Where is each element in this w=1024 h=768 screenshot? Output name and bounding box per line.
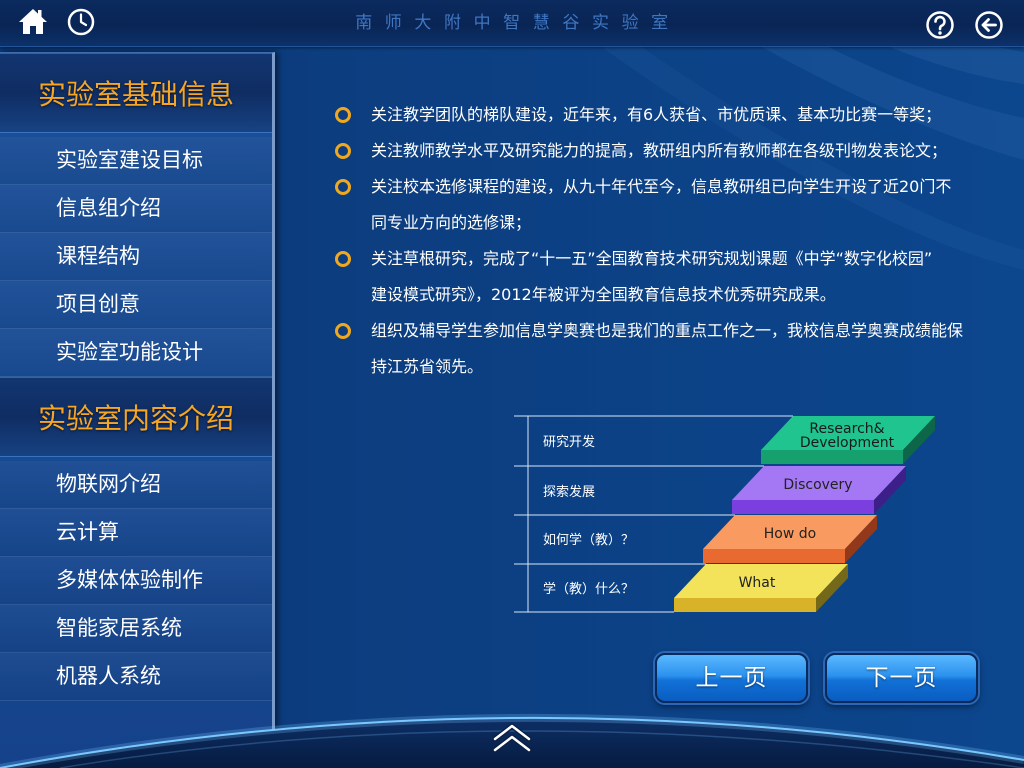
sidebar-item-iot-intro[interactable]: 物联网介绍 [0,461,272,509]
step-label: How do [764,526,816,542]
diagram-axis-label: 如何学（教）？ [543,532,634,548]
sidebar-item-label: 多媒体体验制作 [56,568,203,592]
diagram-step-what: What [674,564,848,612]
step-label: Discovery [783,477,852,493]
sidebar-menu-content-intro: 物联网介绍 云计算 多媒体体验制作 智能家居系统 机器人系统 [0,457,272,701]
sidebar: 实验室基础信息 实验室建设目标 信息组介绍 课程结构 项目创意 实验室功能设计 … [0,52,275,768]
sidebar-item-label: 云计算 [56,520,119,544]
bullet-text-line: 关注校本选修课程的建设，从九十年代至今，信息教研组已向学生开设了近20门不 [371,177,952,196]
back-arrow-icon[interactable] [972,8,1006,42]
ring-bullet-icon [335,251,351,267]
clock-icon[interactable] [64,5,98,39]
sidebar-menu-basic-info: 实验室建设目标 信息组介绍 课程结构 项目创意 实验室功能设计 [0,133,272,377]
bullet-text-line: 关注教学团队的梯队建设，近年来，有6人获省、市优质课、基本功比赛一等奖； [371,105,942,124]
ring-bullet-icon [335,323,351,339]
ring-bullet-icon [335,107,351,123]
step-label: What [739,575,776,591]
diagram-axis-label: 探索发展 [543,484,595,500]
diagram-step-research-development: Research& Development [761,416,935,464]
diagram-step-how-do: How do [703,515,877,563]
step-label: Development [800,435,895,451]
sidebar-item-lab-goals[interactable]: 实验室建设目标 [0,137,272,185]
sidebar-item-info-group-intro[interactable]: 信息组介绍 [0,185,272,233]
diagram-axis-label: 学（教）什么？ [543,581,634,597]
sidebar-item-smart-home[interactable]: 智能家居系统 [0,605,272,653]
ring-bullet-icon [335,179,351,195]
top-bar: 南师大附中智慧谷实验室 [0,0,1024,47]
sidebar-item-label: 智能家居系统 [56,616,182,640]
app-title: 南师大附中智慧谷实验室 [355,13,681,33]
sidebar-item-label: 实验室功能设计 [56,340,203,364]
staircase-diagram: 研究开发 探索发展 如何学（教）？ 学（教）什么？ What How do Di… [514,415,935,613]
sidebar-item-label: 实验室建设目标 [56,148,203,172]
sidebar-item-lab-function-design[interactable]: 实验室功能设计 [0,329,272,377]
bullet-item: 组织及辅导学生参加信息学奥赛也是我们的重点工作之一，我校信息学奥赛成绩能保 持江… [332,313,992,385]
bullet-text-line: 建设模式研究》，2012年被评为全国教育信息技术优秀研究成果。 [371,285,836,304]
sidebar-item-course-structure[interactable]: 课程结构 [0,233,272,281]
content-bullet-list: 关注教学团队的梯队建设，近年来，有6人获省、市优质课、基本功比赛一等奖； 关注教… [332,97,992,385]
sidebar-item-label: 课程结构 [56,244,140,268]
sidebar-item-label: 机器人系统 [56,664,161,688]
bullet-text-line: 关注草根研究，完成了“十一五”全国教育技术研究规划课题《中学“数字化校园” [371,249,933,268]
sidebar-section-title-content-intro: 实验室内容介绍 [0,377,272,457]
prev-page-button[interactable]: 上一页 [655,653,808,703]
sidebar-item-cloud-computing[interactable]: 云计算 [0,509,272,557]
bullet-text-line: 持江苏省领先。 [371,357,484,376]
sidebar-item-label: 物联网介绍 [56,472,161,496]
bullet-text-line: 组织及辅导学生参加信息学奥赛也是我们的重点工作之一，我校信息学奥赛成绩能保 [371,321,964,340]
sidebar-item-label: 信息组介绍 [56,196,161,220]
sidebar-item-robot-system[interactable]: 机器人系统 [0,653,272,701]
bullet-text-line: 同专业方向的选修课； [371,213,532,232]
bullet-item: 关注教师教学水平及研究能力的提高，教研组内所有教师都在各级刊物发表论文； [332,133,992,169]
sidebar-item-project-ideas[interactable]: 项目创意 [0,281,272,329]
bullet-item: 关注教学团队的梯队建设，近年来，有6人获省、市优质课、基本功比赛一等奖； [332,97,992,133]
bullet-text-line: 关注教师教学水平及研究能力的提高，教研组内所有教师都在各级刊物发表论文； [371,141,948,160]
ring-bullet-icon [335,143,351,159]
home-icon[interactable] [16,5,50,39]
diagram-axis-label: 研究开发 [543,434,595,450]
step-front-face [674,598,816,612]
next-page-button[interactable]: 下一页 [825,653,978,703]
sidebar-item-multimedia-production[interactable]: 多媒体体验制作 [0,557,272,605]
bullet-item: 关注校本选修课程的建设，从九十年代至今，信息教研组已向学生开设了近20门不 同专… [332,169,992,241]
bullet-item: 关注草根研究，完成了“十一五”全国教育技术研究规划课题《中学“数字化校园” 建设… [332,241,992,313]
diagram-step-discovery: Discovery [732,466,906,514]
step-front-face [703,549,845,563]
double-chevron-up-icon[interactable] [492,722,532,756]
sidebar-section-title-basic-info: 实验室基础信息 [0,53,272,133]
sidebar-item-label: 项目创意 [56,292,140,316]
step-front-face [732,500,874,514]
help-icon[interactable] [923,8,957,42]
step-front-face [761,450,903,464]
